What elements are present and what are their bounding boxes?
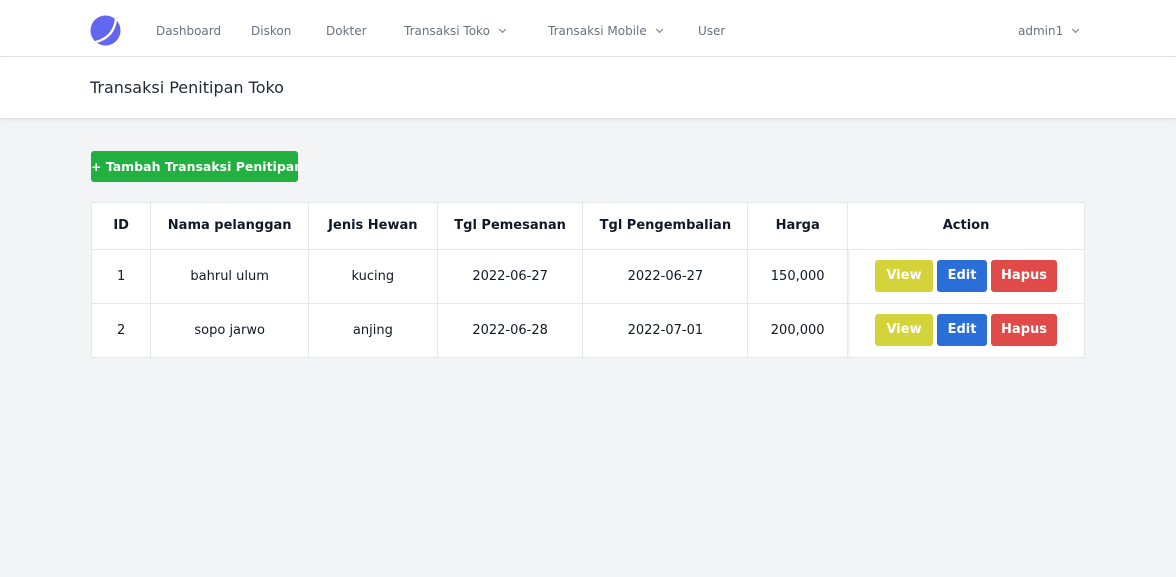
nav-dashboard-label: Dashboard [156,24,222,38]
view-button[interactable]: View [875,314,934,347]
page-header: Transaksi Penitipan Toko [0,57,1176,118]
nav-diskon[interactable]: Diskon [251,0,291,57]
nav-dashboard[interactable]: Dashboard [156,0,221,57]
cell-harga: 150,000 [747,249,849,304]
chevron-down-icon [655,25,663,34]
edit-button[interactable]: Edit [937,260,988,292]
nav-diskon-label: Diskon [251,24,292,38]
cell-id: 1 [92,249,152,304]
nav-dokter-label: Dokter [326,24,367,38]
view-button[interactable]: View [875,260,934,292]
cell-nama: bahrul ulum [150,249,310,304]
cell-tgl-pengembalian: 2022-07-01 [582,303,749,357]
column-header-harga: Harga [747,203,849,250]
cell-jenis: kucing [308,249,438,304]
transactions-table: ID Nama pelanggan Jenis Hewan Tgl Pemesa… [91,202,1085,358]
cell-tgl-pemesanan: 2022-06-27 [437,249,584,304]
top-navbar: Dashboard Diskon Dokter Transaksi Toko T… [0,0,1176,57]
add-transaction-button[interactable]: + Tambah Transaksi Penitipan [91,151,303,182]
cell-actions: View Edit Hapus [848,303,1084,357]
column-header-nama: Nama pelanggan [150,203,310,250]
cell-harga: 200,000 [747,303,849,357]
nav-user[interactable]: User [698,0,725,57]
page-title: Transaksi Penitipan Toko [90,78,284,97]
column-header-action: Action [847,203,1084,250]
cell-jenis: anjing [308,303,438,357]
nav-transaksi-mobile[interactable]: Transaksi Mobile [548,0,663,57]
nav-dokter[interactable]: Dokter [326,0,367,57]
delete-button[interactable]: Hapus [991,314,1058,347]
nav-transaksi-toko-label: Transaksi Toko [404,24,490,38]
edit-button[interactable]: Edit [937,314,988,347]
user-menu-label: admin1 [1018,24,1064,38]
cell-id: 2 [92,303,152,357]
cell-actions: View Edit Hapus [847,249,1084,304]
app-logo-icon[interactable] [90,15,121,46]
table-row: 2 sopo jarwo anjing 2022-06-28 2022-07-0… [92,303,1084,357]
table-row: 1 bahrul ulum kucing 2022-06-27 2022-06-… [92,249,1084,304]
column-header-tgl-pengembalian: Tgl Pengembalian [582,203,749,250]
cell-nama: sopo jarwo [150,303,310,357]
user-menu[interactable]: admin1 [1018,0,1080,57]
table-header-row: ID Nama pelanggan Jenis Hewan Tgl Pemesa… [92,203,1084,250]
nav-transaksi-mobile-label: Transaksi Mobile [548,24,647,38]
nav-transaksi-toko[interactable]: Transaksi Toko [404,0,506,57]
column-header-jenis: Jenis Hewan [308,203,438,250]
chevron-down-icon [1072,25,1080,34]
chevron-down-icon [498,25,506,34]
cell-tgl-pemesanan: 2022-06-28 [437,303,584,357]
delete-button[interactable]: Hapus [991,260,1058,292]
cell-tgl-pengembalian: 2022-06-27 [582,249,749,304]
column-header-id: ID [92,203,152,250]
nav-user-label: User [698,24,726,38]
column-header-tgl-pemesanan: Tgl Pemesanan [437,203,584,250]
